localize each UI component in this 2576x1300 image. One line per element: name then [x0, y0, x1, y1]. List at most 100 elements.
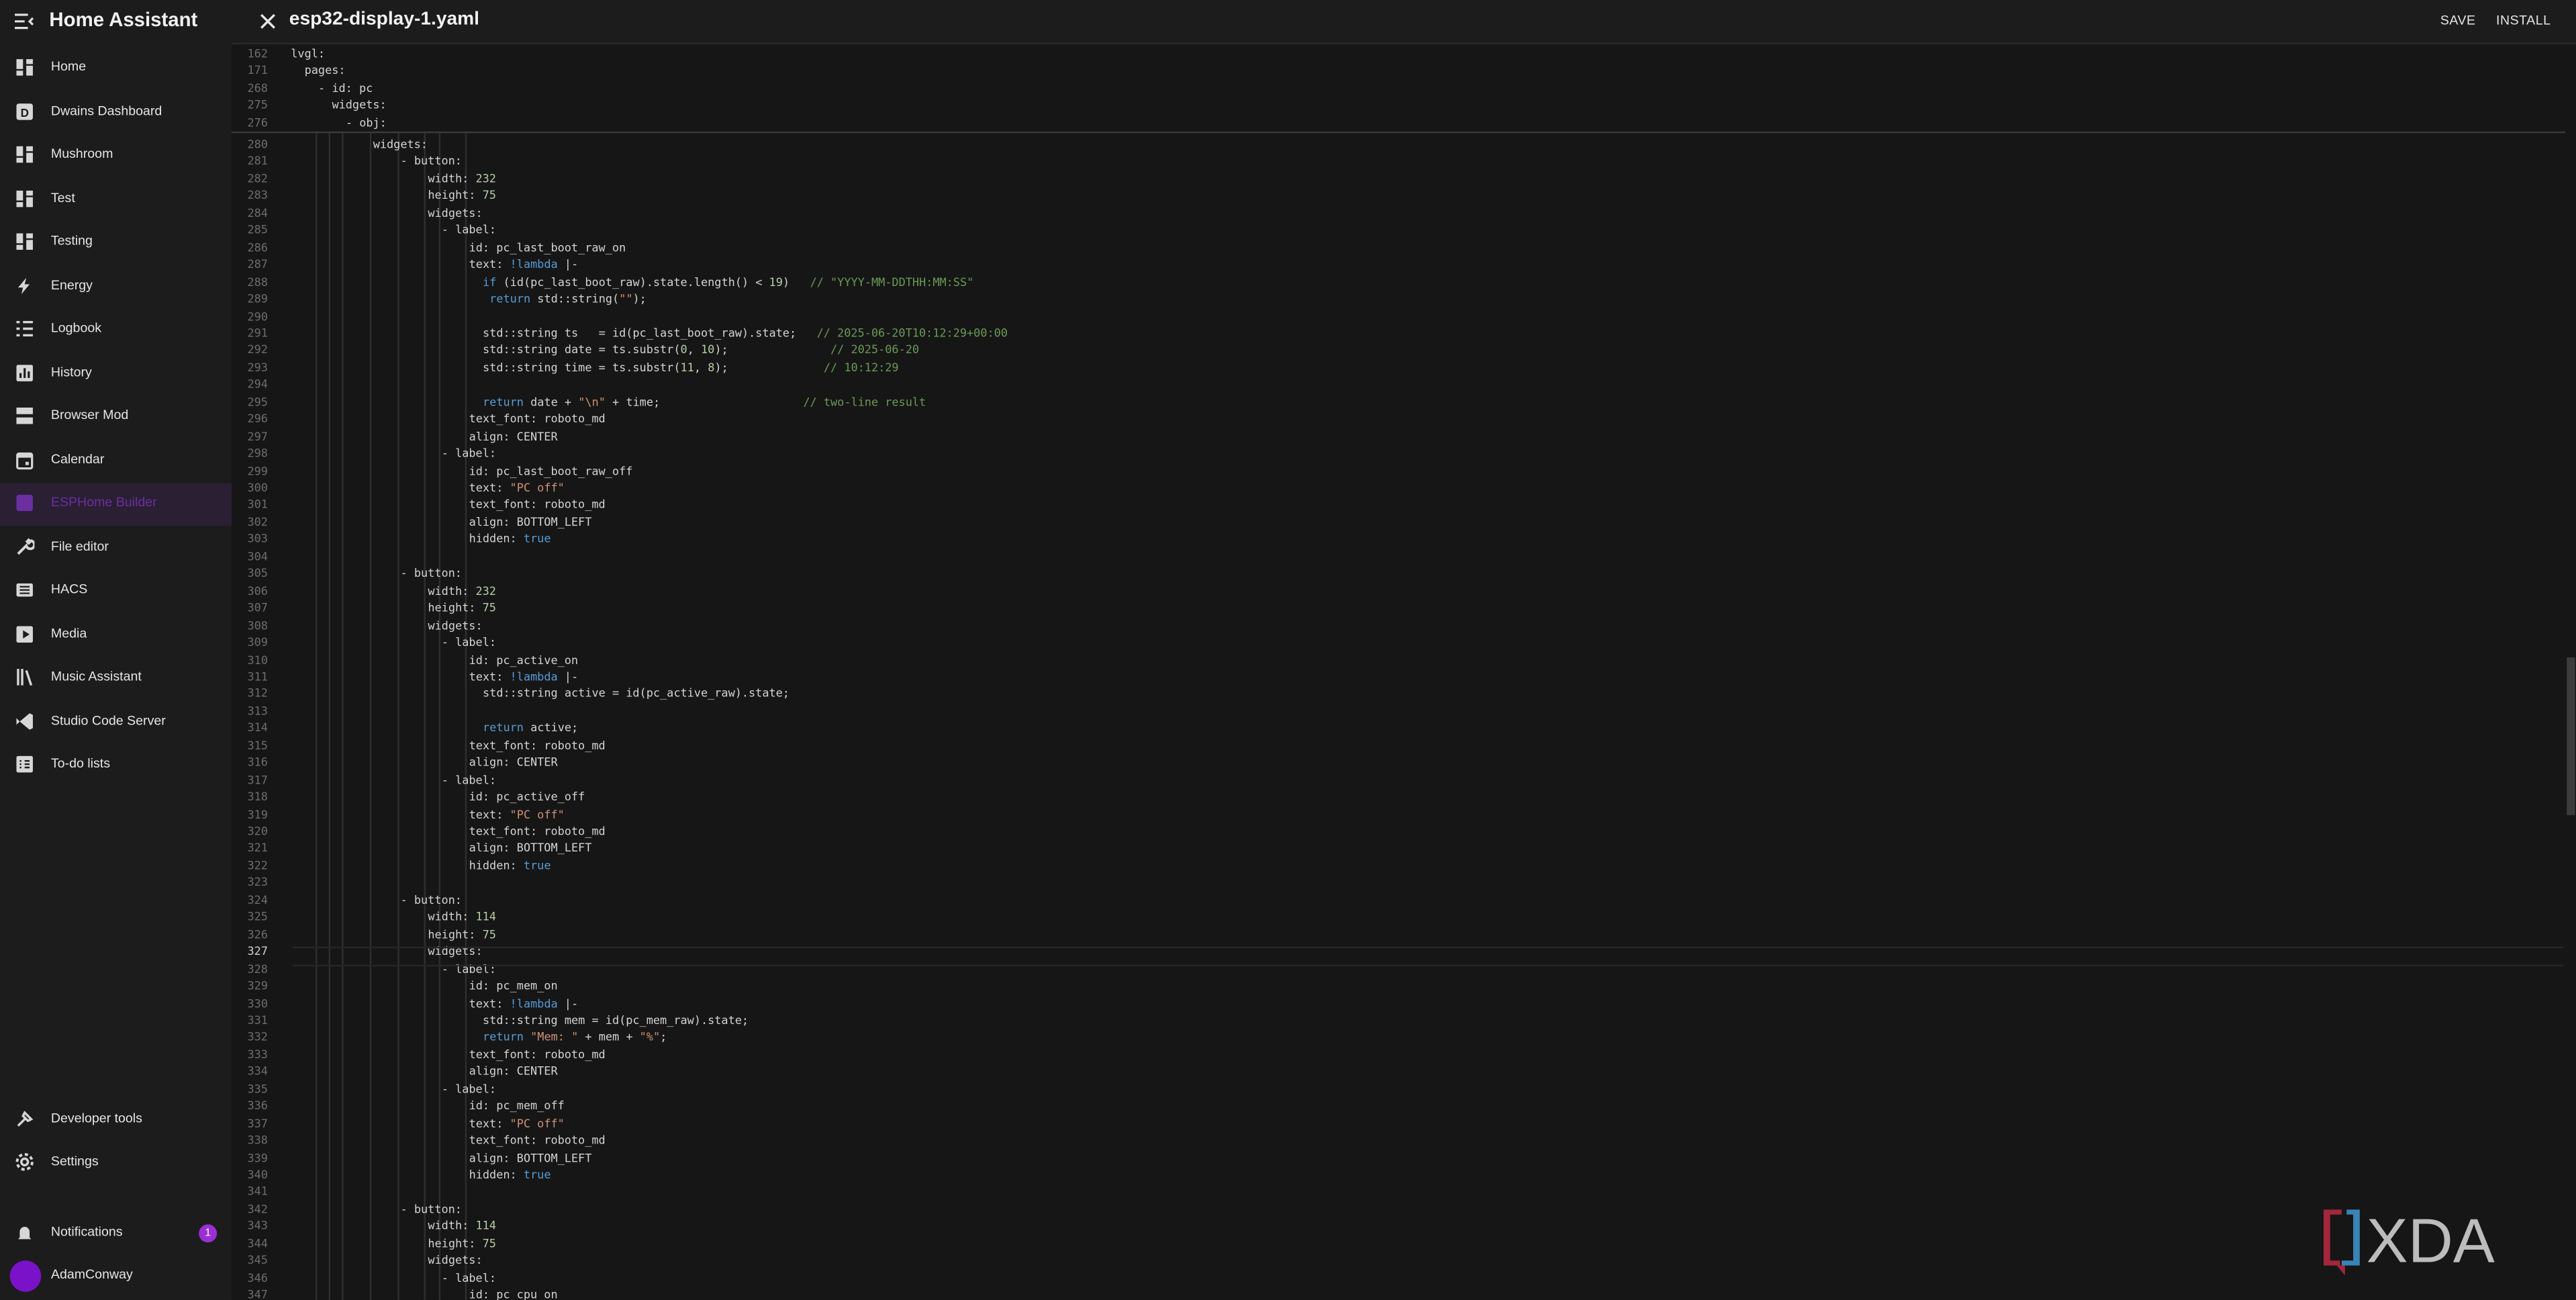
line-number: 285 — [247, 224, 268, 238]
sidebar-item-notifications[interactable]: Notifications 1 — [0, 1213, 232, 1256]
install-button[interactable]: INSTALL — [2496, 13, 2550, 28]
line-number: 280 — [247, 138, 268, 152]
line-number: 302 — [247, 516, 268, 529]
sidebar-item-history[interactable]: History — [0, 353, 232, 396]
sidebar-item-music-assistant[interactable]: Music Assistant — [0, 657, 232, 700]
code-line: 286 id: pc_last_boot_raw_on — [232, 240, 2576, 257]
line-number: 282 — [247, 172, 268, 186]
sidebar-item-profile[interactable]: AdamConway — [0, 1256, 232, 1299]
code-text: text: "PC off" — [469, 1117, 565, 1131]
sidebar-item-mushroom[interactable]: Mushroom — [0, 135, 232, 178]
code-editor[interactable]: 162 lvgl: 171 pages: 268- id: pc 275 widgets: 2… — [232, 44, 2576, 1300]
code-text: align: BOTTOM_LEFT — [469, 1151, 592, 1165]
code-text: align: BOTTOM_LEFT — [469, 516, 592, 529]
code-text: - label: — [441, 224, 497, 238]
sidebar-item-esphome-builder[interactable]: ESPHome Builder — [0, 483, 232, 526]
sidebar-item-studio-code-server[interactable]: Studio Code Server — [0, 701, 232, 744]
code-text: lvgl: — [291, 47, 326, 61]
sticky-code-line: 162 lvgl: — [232, 46, 2576, 64]
sidebar-item-label: Music Assistant — [50, 669, 142, 684]
esphome-icon — [15, 493, 34, 512]
code-text: id: pc_last_boot_raw_on — [469, 241, 626, 254]
code-line: 323 — [232, 875, 2576, 892]
close-icon[interactable] — [258, 10, 277, 30]
line-number: 326 — [247, 928, 268, 941]
code-line: 320 text_font: roboto_md — [232, 823, 2576, 841]
code-line: 338 text_font: roboto_md — [232, 1133, 2576, 1150]
sidebar-item-test[interactable]: Test — [0, 179, 232, 222]
d-box-icon: D — [15, 101, 34, 121]
code-text: id: pc_last_boot_raw_off — [469, 464, 633, 478]
editor-scrollbar[interactable] — [2567, 657, 2575, 815]
sidebar-item-developer-tools[interactable]: Developer tools — [0, 1099, 232, 1142]
code-line: 336 id: pc_mem_off — [232, 1098, 2576, 1115]
line-number: 310 — [247, 653, 268, 667]
code-line: 282 width: 232 — [232, 171, 2576, 188]
code-line: 335 - label: — [232, 1081, 2576, 1099]
app-title: Home Assistant — [49, 8, 198, 32]
sidebar-item-settings[interactable]: Settings — [0, 1142, 232, 1185]
code-line: 339 align: BOTTOM_LEFT — [232, 1150, 2576, 1167]
sidebar-item-dwains-dashboard[interactable]: D Dwains Dashboard — [0, 91, 232, 134]
code-line: 299 id: pc_last_boot_raw_off — [232, 463, 2576, 480]
save-button[interactable]: SAVE — [2440, 13, 2476, 28]
code-line: 313 — [232, 703, 2576, 721]
sidebar-item-to-do-lists[interactable]: To-do lists — [0, 745, 232, 788]
list-icon — [15, 319, 34, 338]
line-number: 328 — [247, 962, 268, 976]
line-number: 336 — [247, 1099, 268, 1113]
sidebar-item-testing[interactable]: Testing — [0, 222, 232, 265]
sidebar-item-label: Studio Code Server — [50, 712, 166, 728]
line-number: 288 — [247, 275, 268, 289]
code-line: 345 widgets: — [232, 1253, 2576, 1270]
line-number: 340 — [247, 1168, 268, 1182]
code-text: - button: — [400, 155, 462, 169]
code-line: 291 std::string ts = id(pc_last_boot_raw)… — [232, 325, 2576, 342]
line-number: 297 — [247, 430, 268, 443]
line-number: 318 — [247, 790, 268, 804]
code-line: 340 hidden: true — [232, 1167, 2576, 1185]
code-text: - label: — [441, 1082, 497, 1096]
sidebar-item-browser-mod[interactable]: Browser Mod — [0, 396, 232, 439]
line-number: 329 — [247, 979, 268, 993]
vscode-icon — [15, 711, 34, 731]
code-text: width: 114 — [428, 1219, 496, 1234]
code-text: id: pc_active_off — [469, 790, 585, 804]
code-line: 346 - label: — [232, 1270, 2576, 1287]
code-line: 324 - button: — [232, 892, 2576, 909]
dashboard-icon — [15, 58, 34, 77]
sidebar-item-label: Calendar — [50, 451, 105, 466]
code-text: - button: — [400, 893, 462, 907]
code-text: width: 232 — [428, 172, 496, 186]
code-text: text: "PC off" — [469, 481, 565, 495]
sidebar-item-logbook[interactable]: Logbook — [0, 309, 232, 352]
sidebar-item-home[interactable]: Home — [0, 48, 232, 91]
sidebar-item-label: Home — [50, 59, 87, 75]
code-text: if (id(pc_last_boot_raw).state.length() … — [483, 275, 974, 289]
code-text: widgets: — [428, 206, 483, 220]
code-line: 295 return date + "\n" + time; // two-lin… — [232, 394, 2576, 412]
code-line: 304 — [232, 549, 2576, 566]
code-text: widgets: — [373, 138, 428, 152]
sidebar-item-energy[interactable]: Energy — [0, 265, 232, 308]
line-number: 337 — [247, 1117, 268, 1131]
sidebar-item-calendar[interactable]: Calendar — [0, 440, 232, 483]
sidebar-item-label: ESPHome Builder — [50, 494, 157, 510]
sidebar-item-label: Mushroom — [50, 146, 113, 161]
code-text: - label: — [441, 636, 497, 649]
code-text: id: pc_mem_off — [469, 1099, 565, 1113]
sidebar-item-hacs[interactable]: HACS — [0, 570, 232, 613]
code-text: std::string time = ts.substr(11, 8); // … — [483, 361, 899, 375]
sidebar-header: Home Assistant — [0, 0, 232, 46]
sidebar-item-media[interactable]: Media — [0, 614, 232, 657]
bell-icon — [15, 1223, 34, 1242]
menu-toggle-icon[interactable] — [13, 10, 36, 33]
code-line: 287 text: !lambda |- — [232, 257, 2576, 274]
code-line: 344 height: 75 — [232, 1236, 2576, 1253]
code-text: return std::string(""); — [489, 292, 647, 306]
sidebar-item-file-editor[interactable]: File editor — [0, 526, 232, 569]
code-line: 294 — [232, 377, 2576, 394]
checklist-icon — [15, 754, 34, 774]
code-line: 317 - label: — [232, 772, 2576, 789]
line-number: 307 — [247, 602, 268, 615]
